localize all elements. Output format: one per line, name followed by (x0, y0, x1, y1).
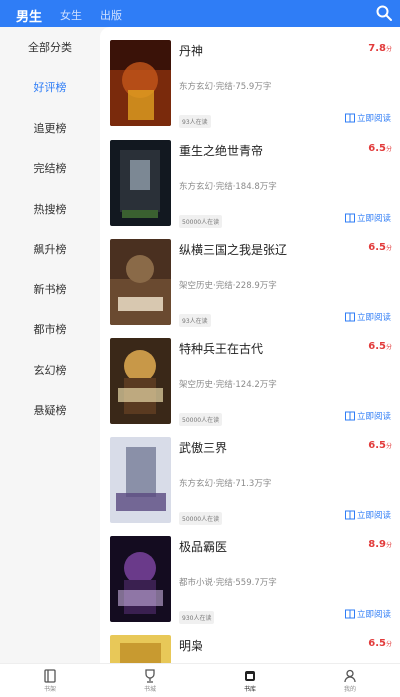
trophy-icon (145, 669, 155, 683)
tab-publish[interactable]: 出版 (100, 7, 122, 23)
book-cover[interactable] (110, 437, 171, 523)
book-open-icon (344, 609, 355, 619)
sidebar-item-new[interactable]: 新书榜 (0, 274, 100, 304)
book-cover[interactable] (110, 536, 171, 622)
nav-library[interactable]: 书库 (200, 664, 300, 697)
read-now-button[interactable]: 立即阅读 (344, 311, 391, 323)
sidebar-item-hot-search[interactable]: 热搜榜 (0, 194, 100, 224)
book-cover[interactable] (110, 239, 171, 325)
sidebar-item-urban[interactable]: 都市榜 (0, 314, 100, 344)
read-now-button[interactable]: 立即阅读 (344, 212, 391, 224)
library-icon (245, 671, 255, 681)
sidebar-item-completed[interactable]: 完结榜 (0, 153, 100, 183)
book-cover[interactable] (110, 338, 171, 424)
list-item[interactable]: 特种兵王在古代 6.5分 架空历史·完结·124.2万字 50000人在读 立即… (100, 325, 400, 426)
sidebar-item-top-rated[interactable]: 好评榜 (0, 72, 100, 102)
book-title[interactable]: 纵横三国之我是张辽 (179, 241, 287, 258)
book-icon (44, 669, 56, 683)
book-open-icon (344, 312, 355, 322)
book-title[interactable]: 明枭 (179, 637, 203, 654)
nav-bookstore[interactable]: 书城 (100, 664, 200, 697)
nav-bookshelf[interactable]: 书架 (0, 664, 100, 697)
list-item[interactable]: 重生之绝世青帝 6.5分 东方玄幻·完结·184.8万字 50000人在读 立即… (100, 127, 400, 228)
book-score: 8.9分 (368, 539, 392, 550)
book-meta: 架空历史·完结·228.9万字 (179, 281, 277, 291)
book-score: 6.5分 (368, 143, 392, 154)
book-open-icon (344, 411, 355, 421)
bottom-nav: 书架 书城 书库 我的 (0, 663, 400, 697)
search-icon[interactable] (376, 5, 392, 21)
read-now-button[interactable]: 立即阅读 (344, 608, 391, 620)
sidebar-item-follow[interactable]: 追更榜 (0, 113, 100, 143)
read-now-button[interactable]: 立即阅读 (344, 112, 391, 124)
book-score: 7.8分 (368, 43, 392, 54)
book-score: 6.5分 (368, 638, 392, 649)
category-sidebar: 全部分类 好评榜 追更榜 完结榜 热搜榜 飙升榜 新书榜 都市榜 玄幻榜 悬疑榜 (0, 27, 100, 663)
list-item[interactable]: 极品霸医 8.9分 都市小说·完结·559.7万字 930人在读 立即阅读 (100, 523, 400, 624)
book-score: 6.5分 (368, 341, 392, 352)
list-item[interactable]: 武傲三界 6.5分 东方玄幻·完结·71.3万字 50000人在读 立即阅读 (100, 424, 400, 525)
book-meta: 东方玄幻·完结·75.9万字 (179, 82, 272, 92)
book-list: 丹神 7.8分 东方玄幻·完结·75.9万字 93人在读 立即阅读 重生之绝世青… (100, 27, 400, 663)
top-bar: 男生 女生 出版 (0, 0, 400, 27)
book-meta: 东方玄幻·完结·71.3万字 (179, 479, 272, 489)
read-now-button[interactable]: 立即阅读 (344, 410, 391, 422)
tab-female[interactable]: 女生 (60, 7, 82, 23)
book-open-icon (344, 213, 355, 223)
book-title[interactable]: 特种兵王在古代 (179, 340, 263, 357)
book-title[interactable]: 重生之绝世青帝 (179, 142, 263, 159)
sidebar-item-fantasy[interactable]: 玄幻榜 (0, 355, 100, 385)
book-title[interactable]: 丹神 (179, 42, 203, 59)
book-open-icon (344, 113, 355, 123)
list-item[interactable]: 丹神 7.8分 东方玄幻·完结·75.9万字 93人在读 立即阅读 (100, 27, 400, 128)
sidebar-item-all[interactable]: 全部分类 (0, 32, 100, 62)
sidebar-item-rising[interactable]: 飙升榜 (0, 234, 100, 264)
book-meta: 架空历史·完结·124.2万字 (179, 380, 277, 390)
book-score: 6.5分 (368, 440, 392, 451)
read-now-button[interactable]: 立即阅读 (344, 509, 391, 521)
book-cover[interactable] (110, 140, 171, 226)
sidebar-item-mystery[interactable]: 悬疑榜 (0, 395, 100, 425)
list-item[interactable]: 纵横三国之我是张辽 6.5分 架空历史·完结·228.9万字 93人在读 立即阅… (100, 226, 400, 327)
book-cover[interactable] (110, 40, 171, 126)
book-meta: 都市小说·完结·559.7万字 (179, 578, 277, 588)
list-item[interactable]: 明枭 6.5分 (100, 622, 400, 663)
book-title[interactable]: 极品霸医 (179, 538, 227, 555)
book-open-icon (344, 510, 355, 520)
nav-profile[interactable]: 我的 (300, 664, 400, 697)
book-cover[interactable] (110, 635, 171, 663)
book-score: 6.5分 (368, 242, 392, 253)
user-icon (344, 669, 356, 683)
book-meta: 东方玄幻·完结·184.8万字 (179, 182, 277, 192)
book-title[interactable]: 武傲三界 (179, 439, 227, 456)
tab-male[interactable]: 男生 (16, 6, 42, 25)
